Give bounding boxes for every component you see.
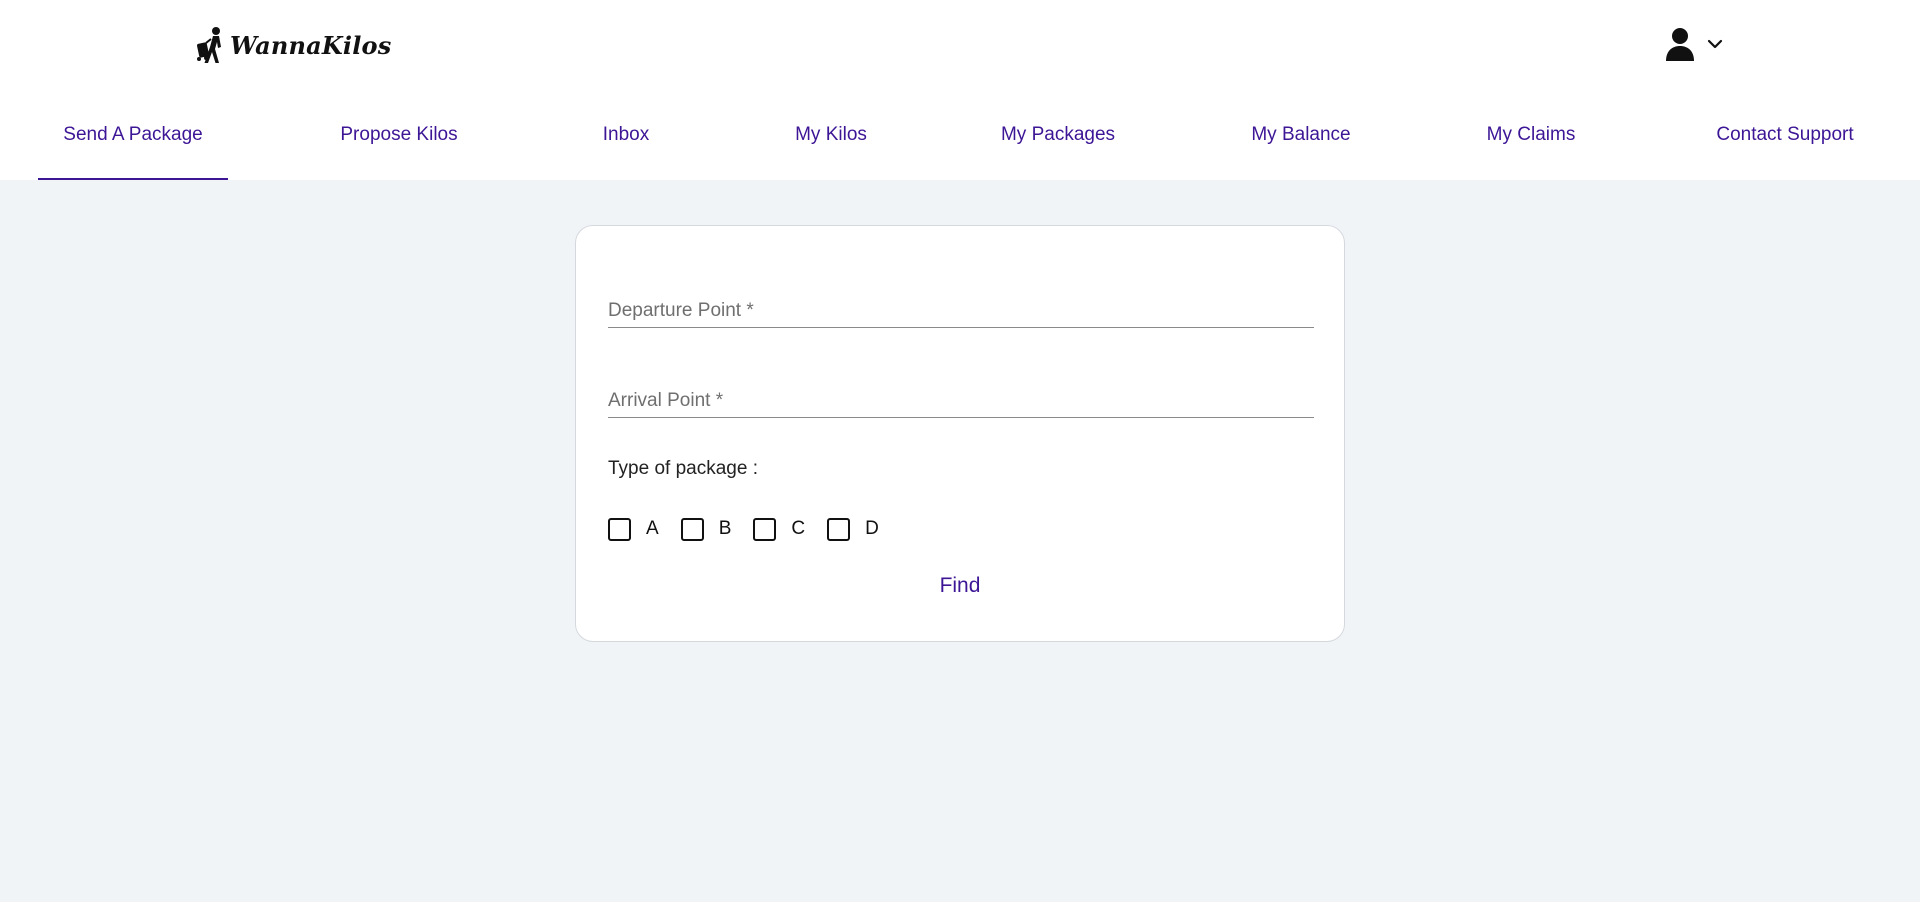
package-type-label: Type of package : — [608, 458, 758, 479]
traveler-with-luggage-icon — [197, 27, 221, 63]
package-type-c[interactable]: C — [753, 517, 806, 541]
user-menu[interactable] — [1664, 26, 1724, 62]
checkbox-b[interactable] — [680, 517, 704, 541]
brand-name: WannaKilos — [230, 30, 392, 60]
departure-field — [608, 284, 1314, 328]
checkbox-a[interactable] — [608, 517, 631, 541]
brand-logo[interactable]: WannaKilos — [192, 24, 391, 66]
nav-inbox[interactable]: Inbox — [586, 104, 666, 180]
top-bar: WannaKilos Send A Package Propose Kilos … — [0, 0, 1920, 180]
checkbox-b-label: B — [718, 518, 732, 539]
package-type-a[interactable]: A — [608, 517, 659, 541]
checkbox-c[interactable] — [753, 517, 777, 541]
nav-my-balance[interactable]: My Balance — [1226, 104, 1376, 180]
main-nav: Send A Package Propose Kilos Inbox My Ki… — [0, 104, 1920, 180]
arrival-field — [608, 374, 1314, 418]
chevron-down-icon — [1707, 39, 1723, 49]
nav-contact-support[interactable]: Contact Support — [1698, 104, 1872, 180]
package-type-options: A B C D — [608, 516, 901, 542]
package-type-b[interactable]: B — [680, 517, 732, 541]
checkbox-a-label: A — [646, 518, 659, 539]
nav-propose-kilos[interactable]: Propose Kilos — [318, 104, 480, 180]
checkbox-c-label: C — [791, 518, 806, 539]
find-button[interactable]: Find — [910, 568, 1010, 604]
user-icon — [1666, 28, 1694, 61]
departure-input[interactable] — [608, 284, 1314, 327]
search-form-card: Type of package : A B C D Find — [575, 225, 1345, 642]
checkbox-d-label: D — [865, 518, 879, 539]
checkbox-d[interactable] — [827, 517, 851, 541]
nav-my-claims[interactable]: My Claims — [1470, 104, 1592, 180]
nav-send-a-package[interactable]: Send A Package — [38, 104, 228, 180]
arrival-input[interactable] — [608, 374, 1314, 417]
package-type-d[interactable]: D — [827, 517, 879, 541]
nav-my-kilos[interactable]: My Kilos — [776, 104, 886, 180]
nav-my-packages[interactable]: My Packages — [982, 104, 1134, 180]
